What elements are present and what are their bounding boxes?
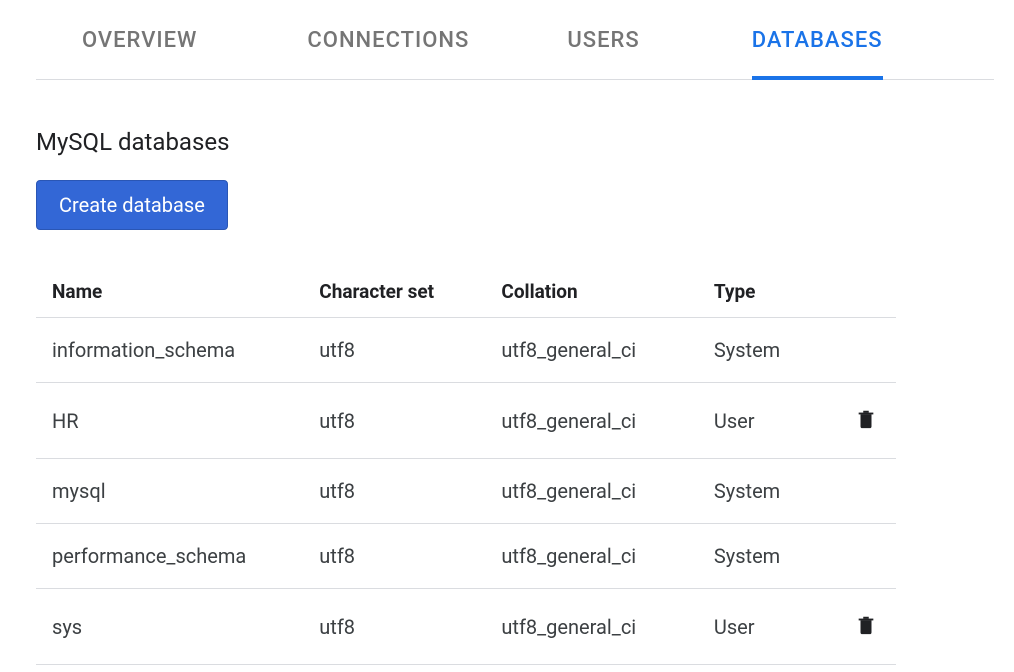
cell-name: HR — [36, 383, 319, 459]
create-database-button[interactable]: Create database — [36, 180, 228, 230]
active-tab-underline — [752, 76, 883, 80]
table-row: information_schemautf8utf8_general_ciSys… — [36, 318, 896, 383]
table-row: performance_schemautf8utf8_general_ciSys… — [36, 524, 896, 589]
cell-charset: utf8 — [319, 459, 501, 524]
tab-bar: OVERVIEW CONNECTIONS USERS DATABASES — [36, 0, 994, 80]
cell-collation: utf8_general_ci — [501, 383, 713, 459]
header-type: Type — [714, 266, 835, 318]
cell-charset: utf8 — [319, 383, 501, 459]
cell-actions — [835, 524, 896, 589]
cell-type: User — [714, 383, 835, 459]
cell-charset: utf8 — [319, 318, 501, 383]
cell-name: sys — [36, 589, 319, 665]
header-actions — [835, 266, 896, 318]
table-row: mysqlutf8utf8_general_ciSystem — [36, 459, 896, 524]
page-title: MySQL databases — [36, 128, 1014, 156]
cell-collation: utf8_general_ci — [501, 318, 713, 383]
cell-actions — [835, 459, 896, 524]
databases-table-wrap: Name Character set Collation Type inform… — [36, 266, 896, 665]
cell-collation: utf8_general_ci — [501, 459, 713, 524]
trash-icon — [855, 613, 877, 640]
table-row: HRutf8utf8_general_ciUser — [36, 383, 896, 459]
delete-database-button[interactable] — [851, 609, 881, 644]
tab-users[interactable]: USERS — [567, 18, 639, 79]
cell-actions — [835, 318, 896, 383]
cell-type: System — [714, 459, 835, 524]
header-collation: Collation — [501, 266, 713, 318]
cell-charset: utf8 — [319, 524, 501, 589]
header-charset: Character set — [319, 266, 501, 318]
tab-databases-label: DATABASES — [752, 28, 883, 53]
cell-name: performance_schema — [36, 524, 319, 589]
cell-actions — [835, 589, 896, 665]
header-name: Name — [36, 266, 319, 318]
cell-name: mysql — [36, 459, 319, 524]
cell-actions — [835, 383, 896, 459]
cell-name: information_schema — [36, 318, 319, 383]
cell-collation: utf8_general_ci — [501, 524, 713, 589]
cell-type: User — [714, 589, 835, 665]
databases-table: Name Character set Collation Type inform… — [36, 266, 896, 665]
tab-connections[interactable]: CONNECTIONS — [307, 18, 469, 79]
trash-icon — [855, 407, 877, 434]
cell-type: System — [714, 524, 835, 589]
cell-type: System — [714, 318, 835, 383]
delete-database-button[interactable] — [851, 403, 881, 438]
tab-overview[interactable]: OVERVIEW — [82, 18, 197, 79]
cell-charset: utf8 — [319, 589, 501, 665]
cell-collation: utf8_general_ci — [501, 589, 713, 665]
tab-databases[interactable]: DATABASES — [752, 18, 883, 79]
table-row: sysutf8utf8_general_ciUser — [36, 589, 896, 665]
